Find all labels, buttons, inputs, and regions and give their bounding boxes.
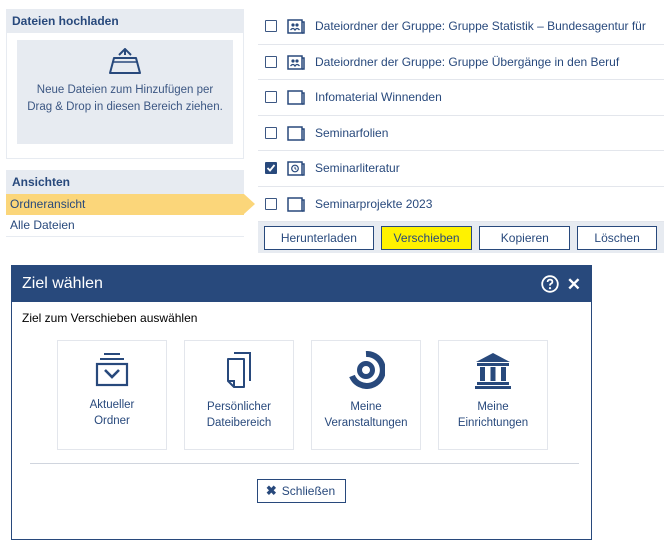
institute-icon: [475, 353, 511, 389]
views-widget: Ansichten Ordneransicht Alle Dateien: [6, 170, 255, 237]
file-row[interactable]: Infomaterial Winnenden: [258, 80, 664, 116]
row-checkbox[interactable]: [265, 91, 277, 104]
view-item-all-files[interactable]: Alle Dateien: [6, 215, 244, 236]
file-name[interactable]: Dateiordner der Gruppe: Gruppe Statistik…: [315, 19, 646, 33]
personal-files-icon: [227, 352, 251, 388]
close-button-label: Schließen: [281, 484, 336, 498]
folder-icon: [287, 90, 305, 105]
target-label-line1: Aktueller: [89, 399, 135, 411]
dialog-title: Ziel wählen: [22, 275, 103, 292]
row-checkbox-checked[interactable]: [265, 162, 277, 175]
file-row[interactable]: Dateiordner der Gruppe: Gruppe Statistik…: [258, 9, 664, 45]
copy-button[interactable]: Kopieren: [479, 225, 571, 250]
file-actions-bar: Herunterladen Verschieben Kopieren Lösch…: [258, 222, 664, 253]
current-folder-icon: [95, 353, 129, 387]
file-name[interactable]: Seminarfolien: [315, 126, 388, 140]
upload-heading: Dateien hochladen: [6, 9, 244, 33]
checkmark-icon: [266, 164, 276, 173]
close-icon[interactable]: ✕: [567, 276, 581, 293]
target-label-line2: Veranstaltungen: [324, 417, 408, 429]
dialog-divider: [30, 463, 579, 464]
file-name[interactable]: Dateiordner der Gruppe: Gruppe Übergänge…: [315, 55, 619, 69]
file-name[interactable]: Infomaterial Winnenden: [315, 90, 442, 104]
target-dialog: Ziel wählen ✕ Ziel zum Verschieben auswä…: [11, 265, 592, 540]
upload-icon: [109, 48, 141, 74]
views-divider: [6, 236, 244, 237]
file-list: Dateiordner der Gruppe: Gruppe Statistik…: [258, 9, 664, 253]
file-row[interactable]: Seminarfolien: [258, 116, 664, 151]
file-row[interactable]: Seminarprojekte 2023: [258, 187, 664, 222]
target-label-line1: Meine: [477, 401, 509, 413]
dialog-footer: ✖ Schließen: [12, 479, 591, 503]
upload-widget: Neue Dateien zum Hinzufügen per Drag & D…: [6, 33, 244, 159]
target-label-line2: Einrichtungen: [457, 417, 529, 429]
file-row[interactable]: Dateiordner der Gruppe: Gruppe Übergänge…: [258, 45, 664, 80]
timed-folder-icon: [287, 161, 305, 176]
row-checkbox[interactable]: [265, 197, 277, 210]
row-checkbox[interactable]: [265, 55, 277, 68]
view-item-folder[interactable]: Ordneransicht: [6, 194, 255, 215]
folder-icon: [287, 126, 305, 141]
target-label-line2: Ordner: [94, 415, 130, 427]
dialog-subtitle-text: Ziel zum Verschieben auswählen: [22, 311, 198, 325]
target-options: Aktueller Ordner Persönlicher Dateiberei…: [57, 340, 591, 450]
row-checkbox[interactable]: [265, 20, 277, 33]
delete-button[interactable]: Löschen: [577, 225, 657, 250]
file-row[interactable]: Seminarliteratur: [258, 151, 664, 187]
sidebar: Dateien hochladen Neue Dateien zum Hinzu…: [6, 9, 255, 237]
courses-icon: [349, 351, 385, 389]
help-icon[interactable]: [541, 275, 559, 293]
target-label-line2: Dateibereich: [206, 417, 272, 429]
target-my-institutes[interactable]: Meine Einrichtungen: [438, 340, 548, 450]
target-my-courses[interactable]: Meine Veranstaltungen: [311, 340, 421, 450]
group-folder-icon: [287, 19, 305, 34]
file-name[interactable]: Seminarliteratur: [315, 161, 400, 175]
download-button[interactable]: Herunterladen: [264, 225, 374, 250]
target-label-line1: Meine: [350, 401, 382, 413]
upload-hint-line1: Neue Dateien zum Hinzufügen per: [36, 84, 214, 96]
target-label-line1: Persönlicher: [207, 401, 271, 413]
row-checkbox[interactable]: [265, 126, 277, 139]
dialog-subtitle: Ziel zum Verschieben auswählen: [12, 302, 591, 328]
views-heading: Ansichten: [6, 170, 244, 194]
upload-dropzone[interactable]: Neue Dateien zum Hinzufügen per Drag & D…: [17, 40, 233, 144]
upload-hint-line2: Drag & Drop in diesen Bereich ziehen.: [27, 101, 223, 113]
close-button[interactable]: ✖ Schließen: [256, 479, 347, 503]
folder-icon: [287, 197, 305, 212]
target-personal-files[interactable]: Persönlicher Dateibereich: [184, 340, 294, 450]
group-folder-icon: [287, 55, 305, 70]
file-name[interactable]: Seminarprojekte 2023: [315, 197, 432, 211]
target-current-folder[interactable]: Aktueller Ordner: [57, 340, 167, 450]
move-button[interactable]: Verschieben: [380, 225, 473, 250]
close-icon: ✖: [265, 483, 277, 498]
dialog-titlebar: Ziel wählen ✕: [12, 266, 591, 302]
